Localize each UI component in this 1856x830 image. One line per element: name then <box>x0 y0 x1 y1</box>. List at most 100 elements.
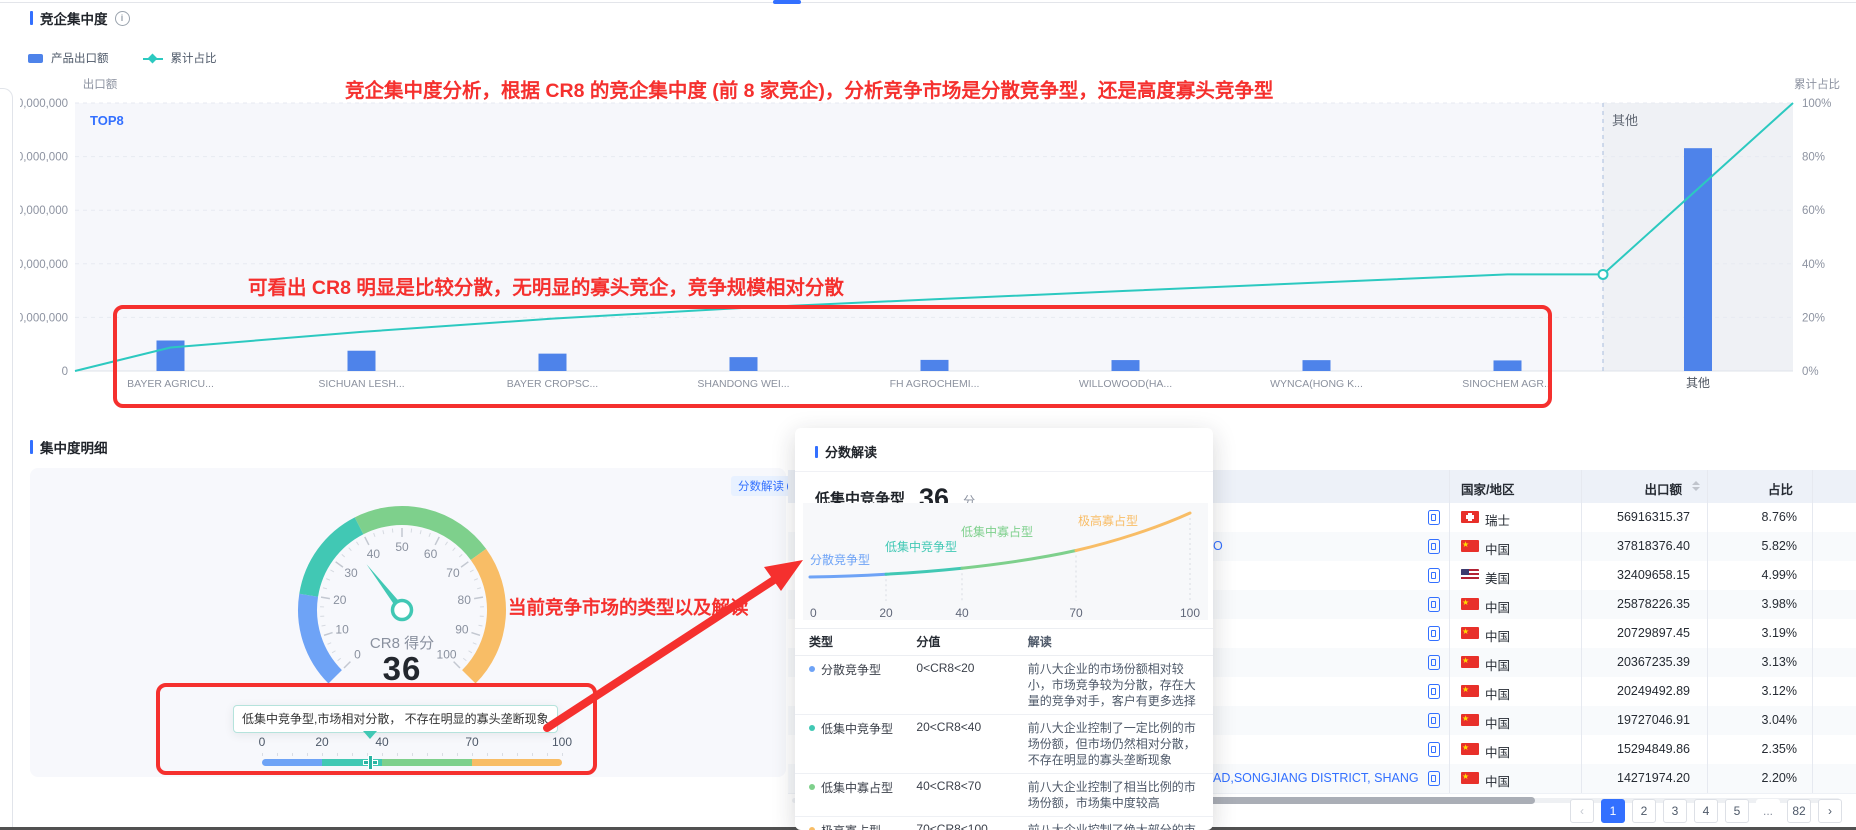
section-detail-title: 集中度明细 <box>30 437 108 457</box>
gauge-arc-segment <box>309 526 359 595</box>
y-axis-label: 200,000,000 <box>20 259 68 271</box>
score-range-cell: 20<CR8<40 <box>908 715 1019 773</box>
gauge-tick-label: 40 <box>367 547 381 561</box>
country-name: 中国 <box>1485 771 1510 790</box>
y2-axis-label: 80% <box>1802 152 1825 164</box>
col-header-amount[interactable]: 出口额 <box>1644 479 1682 498</box>
company-card-icon[interactable] <box>1428 568 1440 583</box>
curve-x-label: 40 <box>955 606 969 620</box>
region-label-other: 其他 <box>1612 113 1638 128</box>
gauge-tick <box>445 542 447 545</box>
company-card-icon[interactable] <box>1428 510 1440 525</box>
gauge-tick <box>429 533 430 537</box>
share-value: 2.20% <box>1762 771 1797 785</box>
amount-value: 20249492.89 <box>1617 684 1690 698</box>
bar-legend-icon <box>28 54 43 63</box>
gauge-tick <box>459 554 462 557</box>
page-button-2[interactable]: 2 <box>1632 799 1656 823</box>
country-flag-icon <box>1461 569 1479 581</box>
legend-item-export[interactable]: 产品出口额 <box>28 50 109 66</box>
company-card-icon[interactable] <box>1428 771 1440 786</box>
country-flag-icon: ★ <box>1461 656 1479 668</box>
bar-other[interactable] <box>1684 148 1712 371</box>
company-card-icon[interactable] <box>1428 742 1440 757</box>
company-card-icon[interactable] <box>1428 684 1440 699</box>
interpretation-cell: 前八大企业控制了一定比例的市场份额，但市场仍然相对分散，不存在明显的寡头垄断现象 <box>1020 715 1213 773</box>
score-type-cell: 极高寡占型 <box>795 817 908 830</box>
column-divider <box>1581 470 1582 793</box>
gauge-tick-label: 80 <box>458 593 472 607</box>
gauge-tick <box>322 625 326 626</box>
type-label: 极高寡占型 <box>821 822 881 830</box>
popup-col-range: 分值 <box>908 629 1019 655</box>
annotation-top: 竞企集中度分析，根据 CR8 的竞企集中度 (前 8 家竞企)，分析竞争市场是分… <box>345 74 1273 103</box>
popup-title: 分数解读 <box>825 442 877 461</box>
prev-page-button[interactable]: ‹ <box>1570 799 1594 823</box>
left-panel-edge <box>0 88 13 830</box>
y2-axis-label: 20% <box>1802 312 1825 324</box>
popup-table-body: 分散竞争型0<CR8<20前八大企业的市场份额相对较小，市场竞争较为分散，存在大… <box>795 656 1213 830</box>
annotation-rect-bars <box>113 305 1552 408</box>
popup-col-interpretation: 解读 <box>1020 629 1213 655</box>
sort-icon[interactable] <box>1692 481 1700 491</box>
type-label: 分散竞争型 <box>821 661 881 678</box>
company-card-icon[interactable] <box>1428 655 1440 670</box>
col-header-country[interactable]: 国家/地区 <box>1461 479 1514 498</box>
region-label-top8: TOP8 <box>90 113 124 128</box>
info-icon[interactable]: i <box>115 11 130 26</box>
line-legend-icon <box>143 54 163 63</box>
title-accent-bar <box>30 11 33 25</box>
country-flag-icon: ★ <box>1461 627 1479 639</box>
gauge-tick <box>349 548 352 551</box>
next-page-button[interactable]: › <box>1818 799 1842 823</box>
type-label: 低集中竞争型 <box>821 720 893 737</box>
type-dot-icon <box>809 784 815 790</box>
country-flag-icon: ★ <box>1461 685 1479 697</box>
company-card-icon[interactable] <box>1428 597 1440 612</box>
legend-label: 产品出口额 <box>51 50 109 66</box>
company-card-icon[interactable] <box>1428 539 1440 554</box>
page-ellipsis: ... <box>1756 799 1780 823</box>
company-card-icon[interactable] <box>1428 626 1440 641</box>
curve-segment-label: 极高寡占型 <box>1078 513 1138 528</box>
gauge-tick <box>435 537 439 545</box>
curve-segment-label: 低集中寡占型 <box>961 524 1033 539</box>
company-link-fragment[interactable]: AD,SONGJIANG DISTRICT, SHANGHAI CHI... <box>1213 771 1418 785</box>
tab-indicator[interactable] <box>773 0 801 4</box>
page-button-4[interactable]: 4 <box>1694 799 1718 823</box>
page-button-82[interactable]: 82 <box>1787 799 1811 823</box>
score-curve-chart: 分散竞争型低集中竞争型低集中寡占型极高寡占型0204070100 <box>795 498 1213 628</box>
country-name: 瑞士 <box>1485 510 1510 529</box>
popup-accent-bar <box>815 446 818 458</box>
gauge-tick <box>453 548 456 551</box>
share-value: 8.76% <box>1762 510 1797 524</box>
amount-value: 19727046.91 <box>1617 713 1690 727</box>
company-card-icon[interactable] <box>1428 713 1440 728</box>
popup-table-row: 低集中竞争型 20<CR8<40前八大企业控制了一定比例的市场份额，但市场仍然相对… <box>795 715 1213 774</box>
top-divider <box>0 2 1856 3</box>
y2-axis-label: 100% <box>1802 98 1831 110</box>
y-axis-label: 400,000,000 <box>20 152 68 164</box>
legend-item-cumulative[interactable]: 累计占比 <box>143 50 217 66</box>
company-link-fragment[interactable]: O <box>1213 539 1223 553</box>
page-button-5[interactable]: 5 <box>1725 799 1749 823</box>
y2-axis-title: 累计占比 <box>1794 77 1840 91</box>
curve-segment-label: 低集中竞争型 <box>885 539 957 554</box>
amount-value: 14271974.20 <box>1617 771 1690 785</box>
y-axis-title: 出口额 <box>83 77 118 91</box>
page-button-1[interactable]: 1 <box>1601 799 1625 823</box>
country-name: 中国 <box>1485 655 1510 674</box>
line-marker[interactable] <box>1599 270 1608 279</box>
page-title: 竞企集中度 <box>40 8 108 28</box>
gauge-tick <box>374 533 375 537</box>
score-type-cell: 低集中寡占型 <box>795 774 908 816</box>
page-button-3[interactable]: 3 <box>1663 799 1687 823</box>
share-value: 3.98% <box>1762 597 1797 611</box>
col-header-share[interactable]: 占比 <box>1768 479 1793 498</box>
score-link-label: 分数解读 <box>738 478 784 494</box>
gauge-tick <box>470 570 473 572</box>
score-type-cell: 低集中竞争型 <box>795 715 908 773</box>
gauge-tick-label: 50 <box>395 540 409 554</box>
country-name: 中国 <box>1485 597 1510 616</box>
y2-axis-label: 0% <box>1802 366 1819 378</box>
